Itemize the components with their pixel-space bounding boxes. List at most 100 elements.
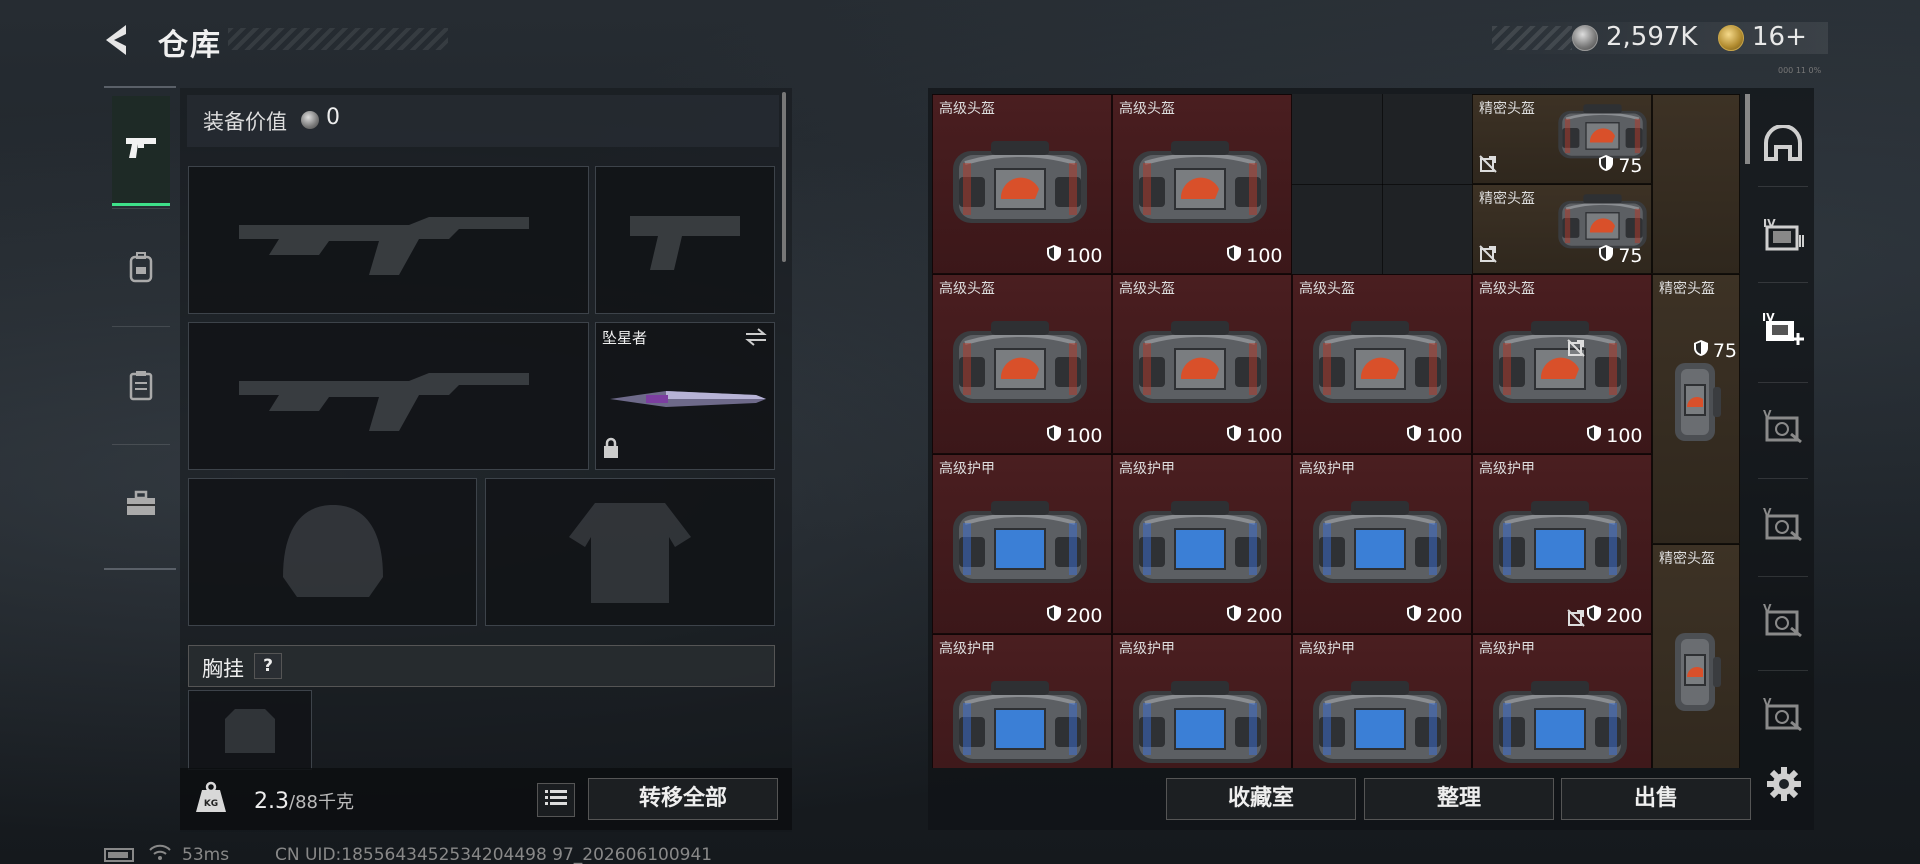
item-name: 高级头盔 [1119,281,1175,297]
storage-item-helmet[interactable]: 高级头盔 100 [932,274,1112,454]
user-uid: CN UID:1855643452534204498 97_2026061009… [275,845,713,864]
storage-item-armor[interactable]: 高级护甲 [932,634,1112,768]
storage-item-helmet[interactable]: 高级头盔 100 [1472,274,1652,454]
storage-item-armor[interactable]: 高级护甲 200 [1292,454,1472,634]
storage-item-helmet[interactable]: 高级头盔 100 [932,94,1112,274]
storage-scrollbar[interactable] [1745,94,1750,164]
rail-case-slot-4[interactable]: V [1760,692,1806,738]
equipment-value-label: 装备价值 [203,110,287,134]
durability-value: 200 [1066,604,1103,627]
rail-case-slot-3[interactable]: V [1760,598,1806,644]
item-durability: 200 [1586,604,1643,627]
pistol-silhouette-icon [596,167,774,313]
storage-item-armor[interactable]: 高级护甲 [1112,634,1292,768]
wifi-icon [148,842,172,864]
back-arrow-icon[interactable] [100,22,140,58]
shield-icon [1046,604,1062,627]
rail-add-case-button[interactable]: IV [1760,308,1806,354]
organize-button[interactable]: 整理 [1364,778,1554,820]
rail-storage-case-button[interactable]: IV [1760,212,1806,258]
item-name: 高级护甲 [1299,461,1355,477]
shield-icon [1226,244,1242,267]
tab-weapons[interactable] [112,96,170,206]
storage-item-helmet[interactable]: 精密头盔 75 [1472,94,1652,184]
item-durability: 200 [1226,604,1283,627]
equipment-scrollbar[interactable] [782,92,786,262]
list-view-button[interactable] [537,783,575,817]
item-name: 高级护甲 [1479,461,1535,477]
armor-case-icon [1485,493,1635,597]
storage-item-armor[interactable]: 高级护甲 200 [1472,454,1652,634]
tab-separator [112,208,170,209]
melee-slot[interactable]: 坠星者 [595,322,775,470]
durability-value: 75 [1712,339,1737,362]
weight-max: /88千克 [289,792,354,813]
item-name: 高级护甲 [1119,641,1175,657]
shield-icon [1226,424,1242,447]
storage-item-armor[interactable]: 高级护甲 200 [1112,454,1292,634]
armor-case-icon [1485,673,1635,768]
helmet-case-icon [1667,627,1723,719]
storage-item-helmet[interactable]: 高级头盔 100 [1112,274,1292,454]
armor-slot[interactable] [485,478,775,626]
item-durability: 100 [1226,424,1283,447]
armor-case-icon [1125,673,1275,768]
durability-value: 100 [1066,244,1103,267]
sell-button[interactable]: 出售 [1561,778,1751,820]
storage-item-armor[interactable]: 高级护甲 [1292,634,1472,768]
svg-text:KG: KG [204,799,218,809]
chest-rig-slot[interactable] [188,690,312,770]
item-name: 高级头盔 [1479,281,1535,297]
shield-icon [1586,424,1602,447]
item-durability: 75 [1693,339,1737,362]
shield-icon [1598,244,1614,267]
secondary-weapon-slot[interactable] [188,322,589,470]
helmet-slot[interactable] [188,478,477,626]
helmet-case-icon [1485,313,1635,417]
storage-item-armor[interactable]: 高级护甲 [1472,634,1652,768]
item-durability: 75 [1598,244,1643,267]
rail-case-slot-1[interactable]: V [1760,404,1806,450]
gold-currency-amount[interactable]: 16+ [1752,22,1807,52]
shield-icon [1046,424,1062,447]
item-name: 精密头盔 [1479,191,1535,207]
swap-icon[interactable] [744,327,768,351]
durability-value: 75 [1618,154,1643,177]
storage-item-helmet[interactable]: 高级头盔 100 [1112,94,1292,274]
durability-value: 100 [1246,244,1283,267]
settings-gear-icon[interactable] [1764,764,1804,804]
item-durability: 75 [1598,154,1643,177]
item-name: 精密头盔 [1479,101,1535,117]
damaged-icon [1567,609,1585,631]
pistol-slot[interactable] [595,166,775,314]
primary-weapon-slot[interactable] [188,166,589,314]
storage-item-helmet[interactable]: 精密头盔 [1567,544,1740,768]
battery-icon [104,848,134,862]
item-name: 高级护甲 [1479,641,1535,657]
help-button[interactable]: ? [254,653,282,679]
storage-item-helmet[interactable]: 精密头盔 75 [1567,274,1740,544]
silver-currency-amount: 2,597K [1606,22,1698,52]
rail-case-slot-2[interactable]: V [1760,502,1806,548]
storage-item-armor[interactable]: 高级护甲 200 [932,454,1112,634]
item-durability: 200 [1046,604,1103,627]
item-name: 高级护甲 [939,641,995,657]
shield-icon [1406,424,1422,447]
durability-value: 75 [1618,244,1643,267]
pistol-icon [124,134,158,166]
tab-separator [112,326,170,327]
rail-separator [1758,670,1808,671]
tab-vest[interactable] [112,332,170,442]
storage-item-helmet[interactable]: 高级头盔 100 [1292,274,1472,454]
tab-backpack[interactable] [112,214,170,324]
shield-icon [1598,154,1614,177]
storage-item-helmet[interactable]: 精密头盔 75 [1472,184,1652,274]
transfer-all-button[interactable]: 转移全部 [588,778,778,820]
durability-value: 100 [1426,424,1463,447]
rail-bunker-button[interactable] [1760,122,1806,168]
collection-room-button[interactable]: 收藏室 [1166,778,1356,820]
list-icon [545,789,567,811]
rifle-silhouette-icon [189,167,588,313]
armor-case-icon [945,673,1095,768]
tab-toolbox[interactable] [112,450,170,560]
